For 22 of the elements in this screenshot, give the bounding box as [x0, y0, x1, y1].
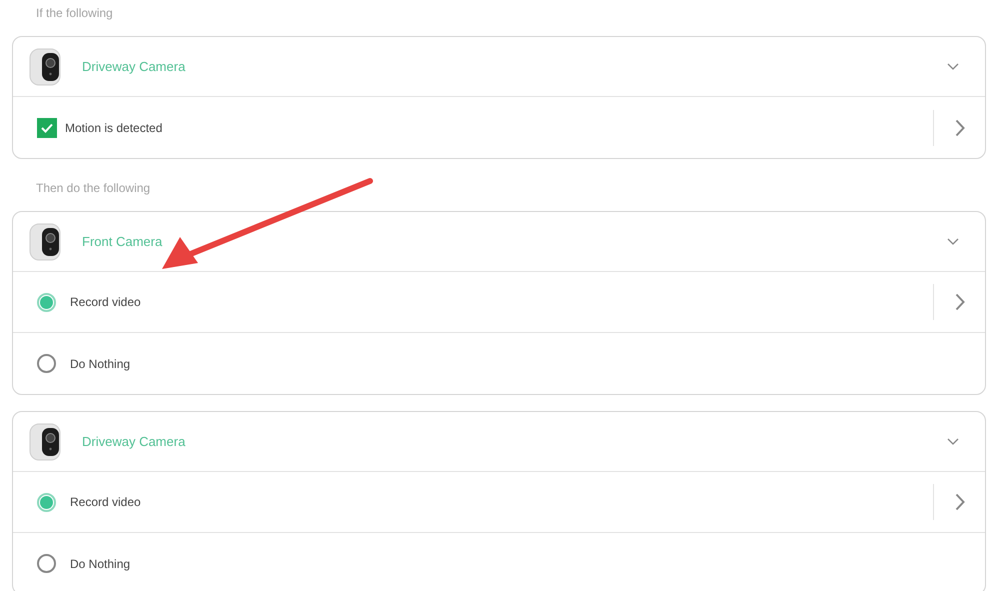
camera-name: Driveway Camera: [82, 432, 186, 451]
checkbox[interactable]: [37, 118, 57, 138]
radio-button[interactable]: [37, 292, 56, 312]
option-label: Motion is detected: [65, 120, 162, 136]
radio-button[interactable]: [37, 554, 56, 573]
option-label: Do Nothing: [70, 356, 130, 372]
radio-button[interactable]: [37, 492, 56, 512]
camera-name: Driveway Camera: [82, 58, 186, 76]
section-label: If the following: [36, 5, 113, 22]
chevron-down-icon[interactable]: [947, 238, 959, 245]
option-label: Record video: [70, 494, 141, 511]
chevron-right-icon: [954, 293, 964, 311]
option-label: Do Nothing: [70, 556, 130, 572]
chevron-right-icon: [954, 118, 964, 136]
check-icon: [41, 122, 53, 132]
section-label: Then do the following: [36, 180, 150, 197]
chevron-down-icon[interactable]: [947, 63, 959, 70]
option-label: Record video: [70, 294, 141, 311]
chevron-right-icon: [954, 493, 964, 511]
camera-name: Front Camera: [82, 232, 162, 251]
chevron-down-icon[interactable]: [947, 438, 959, 445]
radio-button[interactable]: [37, 354, 56, 373]
